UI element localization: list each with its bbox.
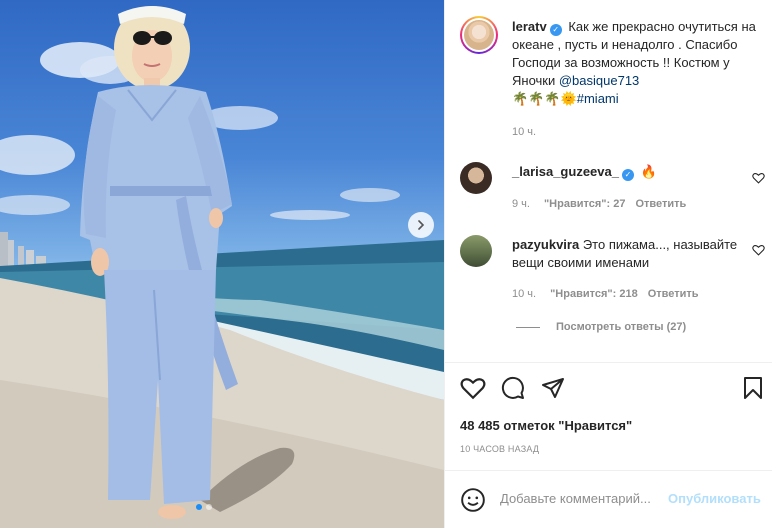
heart-icon[interactable] [460, 376, 486, 400]
comment-likes[interactable]: "Нравится": 27 [544, 198, 625, 210]
post-time[interactable]: 10 ЧАСОВ НАЗАД [460, 444, 539, 454]
comment-username[interactable]: pazyukvira [512, 237, 579, 252]
post-photo[interactable] [0, 0, 444, 528]
divider [444, 362, 772, 363]
comment-icon[interactable] [500, 376, 526, 400]
view-replies-label: Посмотреть ответы (27) [556, 321, 687, 333]
caption-hashtag[interactable]: #miami [577, 91, 619, 106]
caption-emoji: 🌴🌴🌴🌞 [512, 91, 577, 106]
comment-likes[interactable]: "Нравится": 218 [550, 288, 638, 300]
comment: pazyukvira Это пижама..., называйте вещи… [512, 236, 744, 272]
comment-input[interactable]: Добавьте комментарий... [500, 491, 651, 506]
caption-time[interactable]: 10 ч. [512, 126, 536, 138]
photo-scene [0, 6, 444, 528]
caption-username[interactable]: leratv [512, 19, 547, 34]
reply-button[interactable]: Ответить [635, 198, 686, 210]
carousel-dot[interactable] [206, 504, 212, 510]
heart-icon[interactable] [752, 172, 765, 184]
comment-time[interactable]: 9 ч. [512, 198, 530, 210]
chevron-right-icon [418, 220, 425, 230]
comment-meta: 10 ч. "Нравится": 218 Ответить [512, 288, 699, 300]
likes-count[interactable]: 48 485 отметок "Нравится" [460, 418, 632, 433]
share-icon[interactable] [540, 376, 566, 400]
publish-button[interactable]: Опубликовать [668, 491, 761, 506]
comment: _larisa_guzeeva_ ✓ 🔥 [512, 163, 744, 181]
emoji-icon[interactable] [460, 487, 486, 513]
carousel-dot[interactable] [196, 504, 202, 510]
verified-icon: ✓ [621, 169, 634, 181]
carousel-next-button[interactable] [408, 212, 434, 238]
reply-button[interactable]: Ответить [648, 288, 699, 300]
verified-icon: ✓ [549, 24, 562, 36]
author-avatar[interactable] [460, 16, 498, 54]
bookmark-icon[interactable] [742, 376, 764, 400]
divider [444, 470, 772, 471]
replies-divider [516, 326, 540, 328]
post-caption: leratv ✓ Как же прекрасно очутиться на ок… [512, 18, 762, 108]
comment-meta: 9 ч. "Нравится": 27 Ответить [512, 198, 686, 210]
commenter-avatar[interactable] [460, 235, 492, 267]
comment-username[interactable]: _larisa_guzeeva_ [512, 164, 619, 179]
heart-icon[interactable] [752, 244, 765, 256]
comment-time[interactable]: 10 ч. [512, 288, 536, 300]
comment-text: 🔥 [640, 164, 657, 179]
caption-mention[interactable]: @basique713 [559, 73, 639, 88]
carousel-dots [196, 504, 212, 510]
view-replies-button[interactable]: Посмотреть ответы (27) [512, 321, 686, 333]
commenter-avatar[interactable] [460, 162, 492, 194]
